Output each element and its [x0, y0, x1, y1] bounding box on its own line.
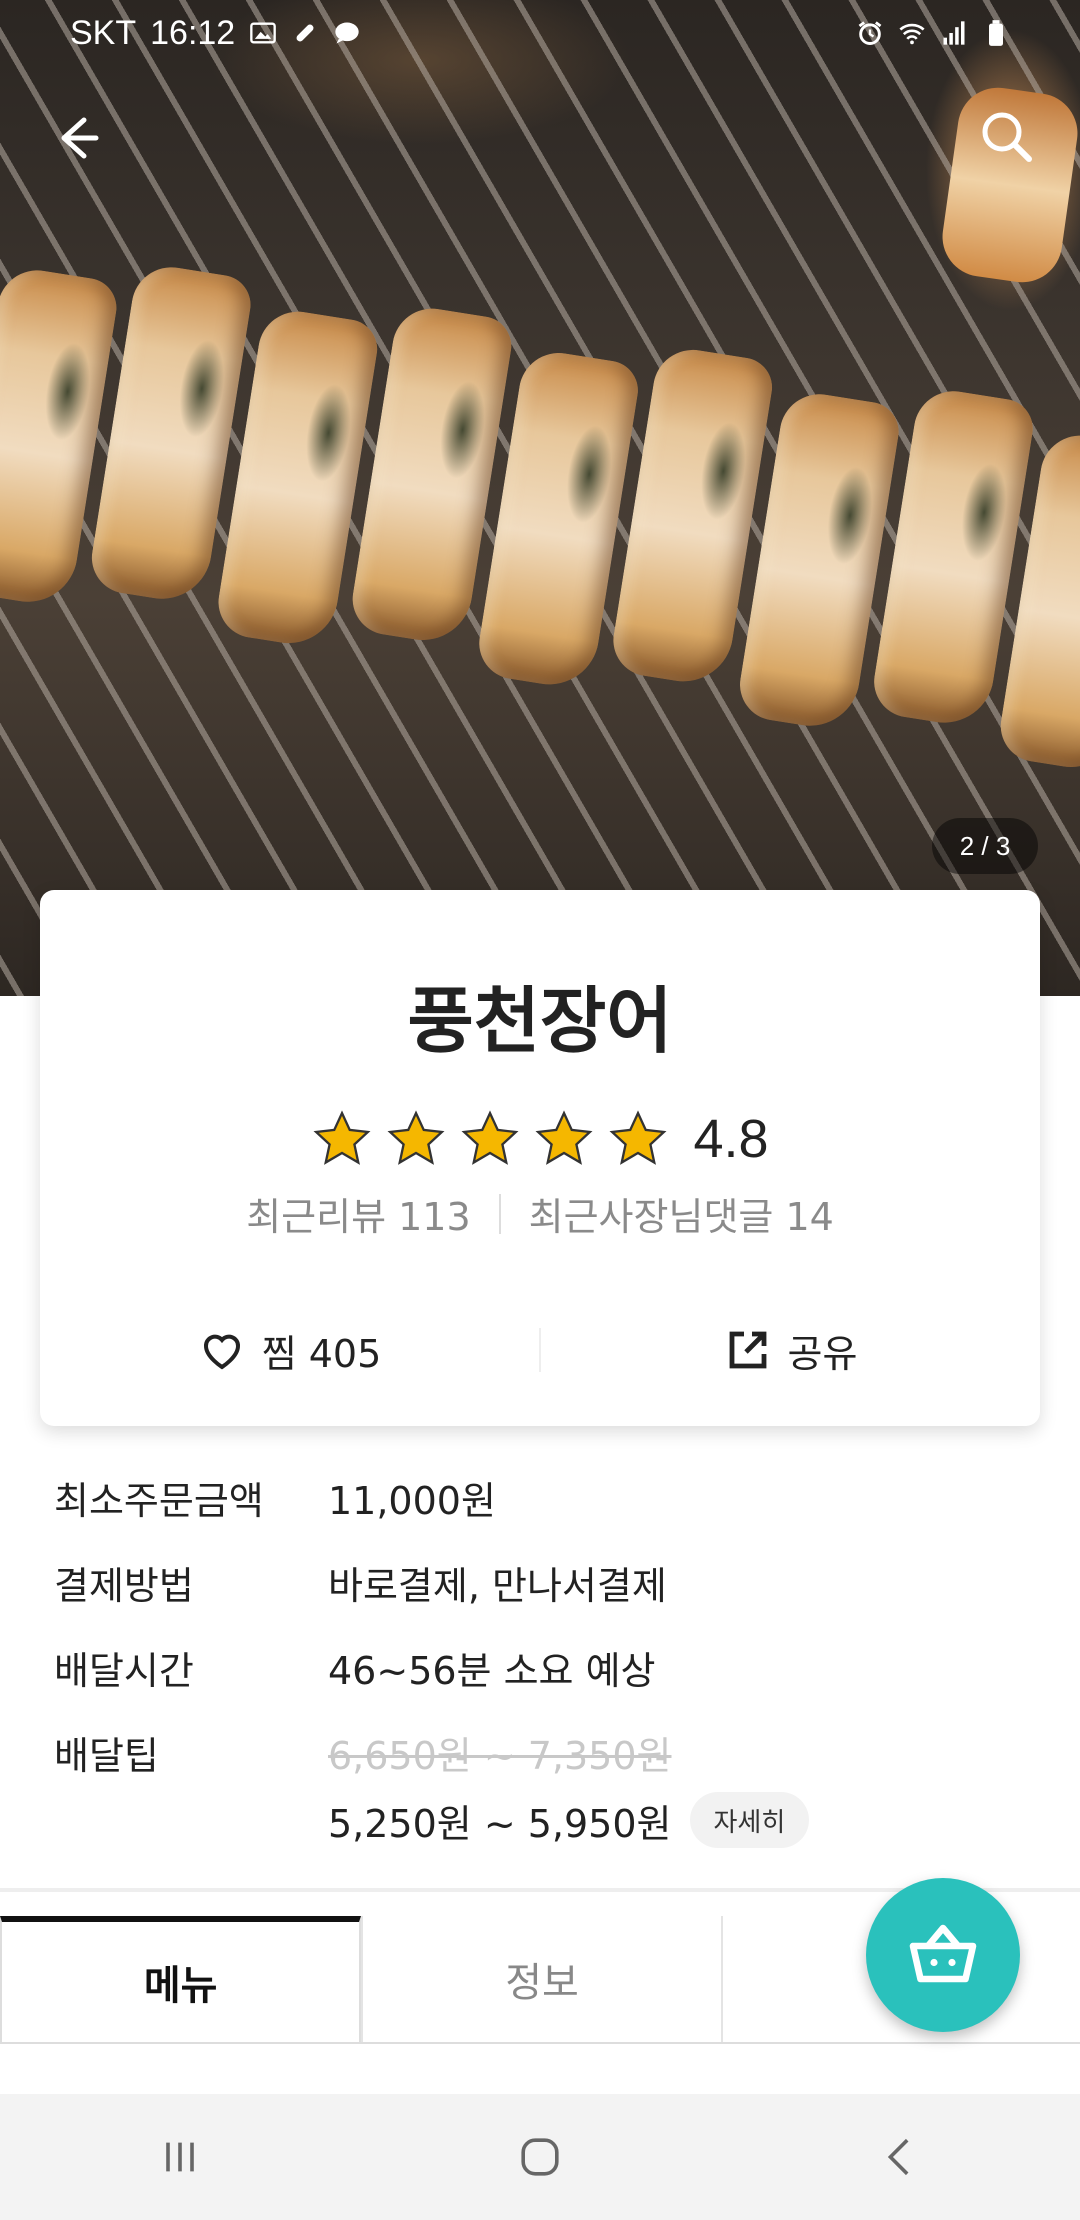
share-button[interactable]: 공유 — [541, 1300, 1040, 1400]
signal-icon — [943, 21, 965, 45]
tab-menu[interactable]: 메뉴 — [0, 1916, 362, 2042]
chevron-left-icon — [887, 2138, 909, 2176]
share-label: 공유 — [787, 1331, 858, 1376]
store-actions: 찜 405 공유 — [40, 1300, 1040, 1400]
min-order-value: 11,000원 — [328, 1479, 496, 1523]
like-label: 찜 405 — [261, 1331, 382, 1376]
store-name: 풍천장어 — [407, 979, 673, 1063]
delivery-time-value: 46~56분 소요 예상 — [328, 1649, 656, 1693]
search-button[interactable] — [974, 104, 1038, 168]
delivery-tip-original: 6,650원 ~ 7,350원 — [328, 1734, 672, 1778]
star-icon — [313, 1110, 371, 1165]
link-icon — [296, 24, 314, 42]
carrier-label: SKT — [70, 13, 137, 52]
payment-value: 바로결제, 만나서결제 — [328, 1564, 667, 1608]
tab-info[interactable]: 정보 — [361, 1916, 721, 2042]
store-info-card: 풍천장어 4.8 최근리뷰 113 최근사장님댓글 14 찜 405 공유 — [40, 890, 1040, 1426]
star-icon — [535, 1110, 593, 1165]
delivery-tip-row: 배달팁 6,650원 ~ 7,350원 5,250원 ~ 5,950원 자세히 — [54, 1725, 1034, 1848]
arrow-left-icon — [61, 117, 99, 159]
home-icon — [521, 2138, 559, 2176]
store-hero-image[interactable]: 2 / 3 — [0, 0, 1080, 996]
owner-replies-link[interactable]: 최근사장님댓글 14 — [529, 1186, 834, 1241]
store-detail-screen: 2 / 3 SKT 16:12 풍천장어 4.8 최근리뷰 113 최근사장님댓… — [0, 0, 1080, 2220]
payment-label: 결제방법 — [54, 1564, 194, 1608]
like-button[interactable]: 찜 405 — [40, 1300, 539, 1400]
battery-icon — [989, 20, 1003, 46]
star-icon — [461, 1110, 519, 1165]
alarm-icon — [858, 21, 882, 45]
back-button[interactable] — [44, 106, 108, 170]
delivery-tip-discounted: 5,250원 ~ 5,950원 — [328, 1801, 672, 1846]
back-nav-button[interactable] — [860, 2117, 940, 2197]
store-order-info: 최소주문금액 11,000원 결제방법 바로결제, 만나서결제 배달시간 46~… — [54, 1470, 1034, 1878]
system-navigation-bar — [0, 2094, 1080, 2220]
min-order-row: 최소주문금액 11,000원 — [54, 1470, 1034, 1525]
payment-row: 결제방법 바로결제, 만나서결제 — [54, 1555, 1034, 1610]
share-icon — [729, 1331, 766, 1369]
gallery-icon — [250, 22, 277, 44]
min-order-label: 최소주문금액 — [54, 1479, 264, 1523]
recent-apps-icon — [166, 2142, 194, 2172]
cart-button[interactable] — [866, 1878, 1020, 2032]
home-button[interactable] — [500, 2117, 580, 2197]
wifi-icon — [899, 23, 925, 45]
star-icon — [609, 1110, 667, 1165]
star-icon — [387, 1110, 445, 1165]
delivery-tip-detail-button[interactable]: 자세히 — [689, 1792, 810, 1848]
heart-icon — [203, 1334, 240, 1370]
rating-value: 4.8 — [693, 1109, 769, 1169]
review-stats: 최근리뷰 113 최근사장님댓글 14 — [40, 1186, 1040, 1241]
status-bar: SKT 16:12 — [0, 0, 1080, 66]
search-icon — [982, 112, 1032, 162]
delivery-time-label: 배달시간 — [54, 1649, 194, 1693]
delivery-tip-values: 6,650원 ~ 7,350원 5,250원 ~ 5,950원 자세히 — [328, 1725, 810, 1848]
clock: 16:12 — [150, 13, 236, 52]
recent-reviews-link[interactable]: 최근리뷰 113 — [246, 1186, 470, 1241]
rating-row[interactable]: 4.8 — [40, 1108, 1040, 1170]
chat-icon — [335, 22, 359, 44]
image-counter: 2 / 3 — [932, 818, 1038, 874]
delivery-time-row: 배달시간 46~56분 소요 예상 — [54, 1640, 1034, 1695]
delivery-tip-label: 배달팁 — [54, 1734, 159, 1778]
basket-icon — [909, 1924, 977, 1983]
recent-apps-button[interactable] — [140, 2117, 220, 2197]
divider — [498, 1193, 501, 1234]
